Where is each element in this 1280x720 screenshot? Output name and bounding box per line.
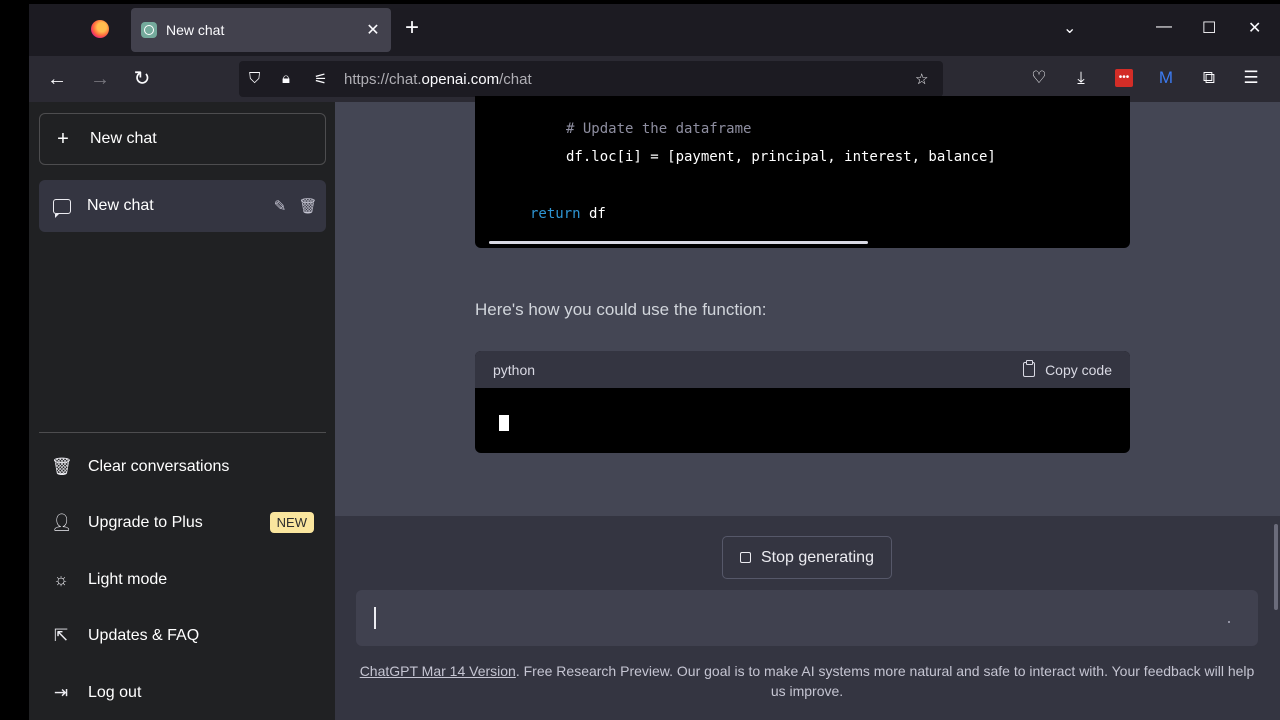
trash-icon: 🗑︎ <box>51 457 73 476</box>
back-arrow-icon[interactable]: ← <box>44 66 70 92</box>
code-block-header: python Copy code <box>475 351 1130 388</box>
menu-hamburger-icon[interactable]: ☰ <box>1239 66 1263 90</box>
address-bar[interactable]: ⛉ 🔒︎ ⚟ https://chat.openai.com/chat ☆ <box>239 61 943 97</box>
sidebar: + New chat New chat ✎ 🗑︎ 🗑︎ Clear conver… <box>29 102 335 720</box>
code-comment: # Update the dataframe <box>566 121 752 137</box>
tab-title: New chat <box>166 22 225 38</box>
composer-area: Stop generating ChatGPT Mar 14 Version. … <box>335 516 1280 720</box>
loading-dot-icon <box>1228 621 1230 623</box>
tab-bar: New chat ✕ + ⌄ — ☐ ✕ <box>29 4 1280 56</box>
browser-tab[interactable]: New chat ✕ <box>131 8 391 52</box>
lastpass-extension-icon[interactable]: ••• <box>1112 66 1136 90</box>
permissions-icon[interactable]: ⚟ <box>314 70 327 88</box>
chatgpt-app: + New chat New chat ✎ 🗑︎ 🗑︎ Clear conver… <box>29 96 1280 720</box>
footer-disclaimer: ChatGPT Mar 14 Version. Free Research Pr… <box>356 661 1258 701</box>
chatgpt-favicon-icon <box>141 22 157 38</box>
stop-generating-button[interactable]: Stop generating <box>722 536 892 579</box>
clear-conversations-label: Clear conversations <box>88 458 230 475</box>
code-block: # Update the dataframe df.loc[i] = [paym… <box>475 96 1130 248</box>
stop-square-icon <box>740 552 751 563</box>
chat-bubble-icon <box>53 198 71 218</box>
new-chat-button[interactable]: + New chat <box>39 113 326 165</box>
stop-generating-label: Stop generating <box>761 548 874 566</box>
plus-icon: + <box>57 127 69 150</box>
streaming-cursor <box>499 415 509 431</box>
sun-icon: ☼ <box>53 570 69 589</box>
code-line: df.loc[i] = [payment, principal, interes… <box>566 149 996 165</box>
copy-code-label: Copy code <box>1045 361 1112 378</box>
updates-faq-label: Updates & FAQ <box>88 627 200 644</box>
user-icon: 👤︎ <box>51 513 73 532</box>
close-window-button[interactable]: ✕ <box>1248 18 1261 38</box>
vertical-scrollbar[interactable] <box>1274 524 1278 610</box>
malwarebytes-extension-icon[interactable]: M <box>1154 66 1178 90</box>
edit-pencil-icon[interactable]: ✎ <box>270 197 290 215</box>
code-line-return: return df <box>530 206 606 222</box>
list-tabs-chevron-icon[interactable]: ⌄ <box>1063 18 1076 38</box>
upgrade-label: Upgrade to Plus <box>88 514 203 531</box>
shield-icon[interactable]: ⛉ <box>249 70 260 87</box>
clear-conversations-button[interactable]: 🗑︎ Clear conversations <box>39 445 326 489</box>
clipboard-icon <box>1023 360 1036 377</box>
log-out-button[interactable]: ⇥ Log out <box>39 671 326 715</box>
upgrade-to-plus-button[interactable]: 👤︎ Upgrade to Plus NEW <box>39 501 326 545</box>
lock-icon[interactable]: 🔒︎ <box>282 70 290 87</box>
delete-trash-icon[interactable]: 🗑︎ <box>298 197 318 215</box>
message-input[interactable] <box>356 590 1258 646</box>
assistant-message-text: Here's how you could use the function: <box>475 300 767 319</box>
browser-window: New chat ✕ + ⌄ — ☐ ✕ ← → ↻ ⛉ 🔒︎ ⚟ https:… <box>29 4 1280 720</box>
new-tab-button[interactable]: + <box>405 16 419 40</box>
tab-close-icon[interactable]: ✕ <box>365 20 381 40</box>
maximize-button[interactable]: ☐ <box>1202 18 1216 38</box>
reload-icon[interactable]: ↻ <box>129 66 155 92</box>
chat-history-item[interactable]: New chat ✎ 🗑︎ <box>39 180 326 232</box>
log-out-label: Log out <box>88 684 142 701</box>
copy-code-button[interactable]: Copy code <box>1023 360 1112 378</box>
code-language-label: python <box>493 361 536 378</box>
chat-history-label: New chat <box>87 197 154 214</box>
updates-faq-link[interactable]: ⇱ Updates & FAQ <box>39 614 326 658</box>
code-block-python: python Copy code <box>475 351 1130 453</box>
pocket-icon[interactable]: ♡ <box>1027 66 1051 90</box>
new-badge: NEW <box>269 512 314 533</box>
disclaimer-text: . Free Research Preview. Our goal is to … <box>515 663 1255 699</box>
forward-arrow-icon[interactable]: → <box>87 66 113 92</box>
logout-icon: ⇥ <box>53 683 69 702</box>
external-link-icon: ⇱ <box>53 626 69 645</box>
light-mode-label: Light mode <box>88 571 168 588</box>
light-mode-button[interactable]: ☼ Light mode <box>39 558 326 602</box>
extensions-puzzle-icon[interactable]: ⧉ <box>1197 66 1221 90</box>
code-horizontal-scrollbar[interactable] <box>489 241 868 244</box>
text-caret <box>374 607 376 629</box>
new-chat-label: New chat <box>90 130 157 147</box>
downloads-icon[interactable]: ⤓ <box>1069 66 1093 90</box>
minimize-button[interactable]: — <box>1156 18 1172 36</box>
url-text[interactable]: https://chat.openai.com/chat <box>344 71 532 88</box>
firefox-icon[interactable] <box>91 20 109 38</box>
bookmark-star-icon[interactable]: ☆ <box>915 70 928 88</box>
version-link[interactable]: ChatGPT Mar 14 Version <box>360 663 516 679</box>
conversation-panel: # Update the dataframe df.loc[i] = [paym… <box>335 96 1280 720</box>
sidebar-divider <box>39 432 326 433</box>
